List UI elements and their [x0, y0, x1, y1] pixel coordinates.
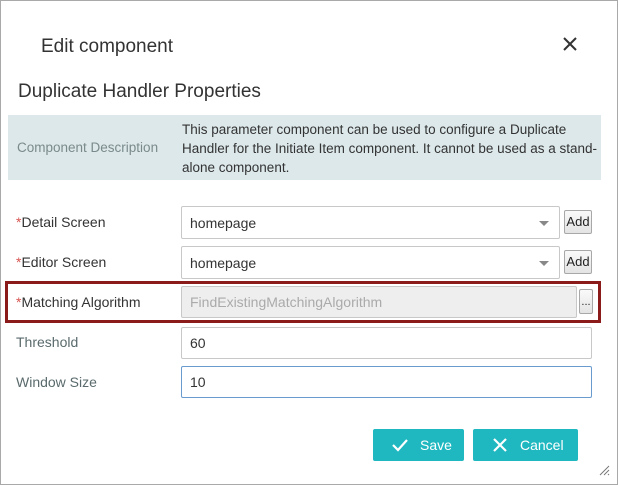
edit-component-dialog: Edit component Duplicate Handler Propert…	[0, 0, 618, 485]
save-button-label: Save	[420, 437, 452, 453]
editor-screen-label-text: Editor Screen	[21, 254, 107, 270]
save-button[interactable]: Save	[373, 429, 464, 461]
cancel-button[interactable]: Cancel	[473, 429, 578, 461]
resize-grip-icon[interactable]	[598, 464, 610, 476]
description-label: Component Description	[17, 140, 159, 155]
close-button[interactable]	[557, 31, 583, 57]
editor-screen-value: homepage	[190, 255, 257, 271]
matching-algorithm-label-text: Matching Algorithm	[21, 294, 141, 310]
window-size-label: Window Size	[16, 374, 97, 390]
section-title: Duplicate Handler Properties	[18, 81, 261, 102]
matching-algorithm-label: *Matching Algorithm	[16, 294, 141, 310]
matching-algorithm-field: FindExistingMatchingAlgorithm	[181, 286, 577, 318]
description-text: This parameter component can be used to …	[182, 122, 597, 175]
editor-screen-add-button[interactable]: Add	[564, 250, 592, 274]
close-icon	[563, 37, 577, 51]
detail-screen-value: homepage	[190, 215, 257, 231]
dialog-title: Edit component	[41, 36, 174, 57]
chevron-down-icon	[539, 261, 549, 266]
window-size-input[interactable]: 10	[181, 366, 592, 398]
editor-screen-select[interactable]: homepage	[181, 246, 560, 279]
checkmark-icon	[392, 439, 408, 452]
detail-screen-add-button[interactable]: Add	[564, 210, 592, 234]
detail-screen-label-text: Detail Screen	[21, 214, 106, 230]
threshold-input[interactable]: 60	[181, 327, 592, 359]
detail-screen-select[interactable]: homepage	[181, 206, 560, 239]
description-box: Component Description This parameter com…	[8, 115, 601, 180]
chevron-down-icon	[539, 221, 549, 226]
cancel-button-label: Cancel	[520, 437, 564, 453]
editor-screen-label: *Editor Screen	[16, 254, 106, 270]
x-icon	[493, 438, 507, 452]
matching-algorithm-browse-button[interactable]: ...	[579, 289, 593, 314]
threshold-label: Threshold	[16, 334, 79, 350]
detail-screen-label: *Detail Screen	[16, 214, 106, 230]
